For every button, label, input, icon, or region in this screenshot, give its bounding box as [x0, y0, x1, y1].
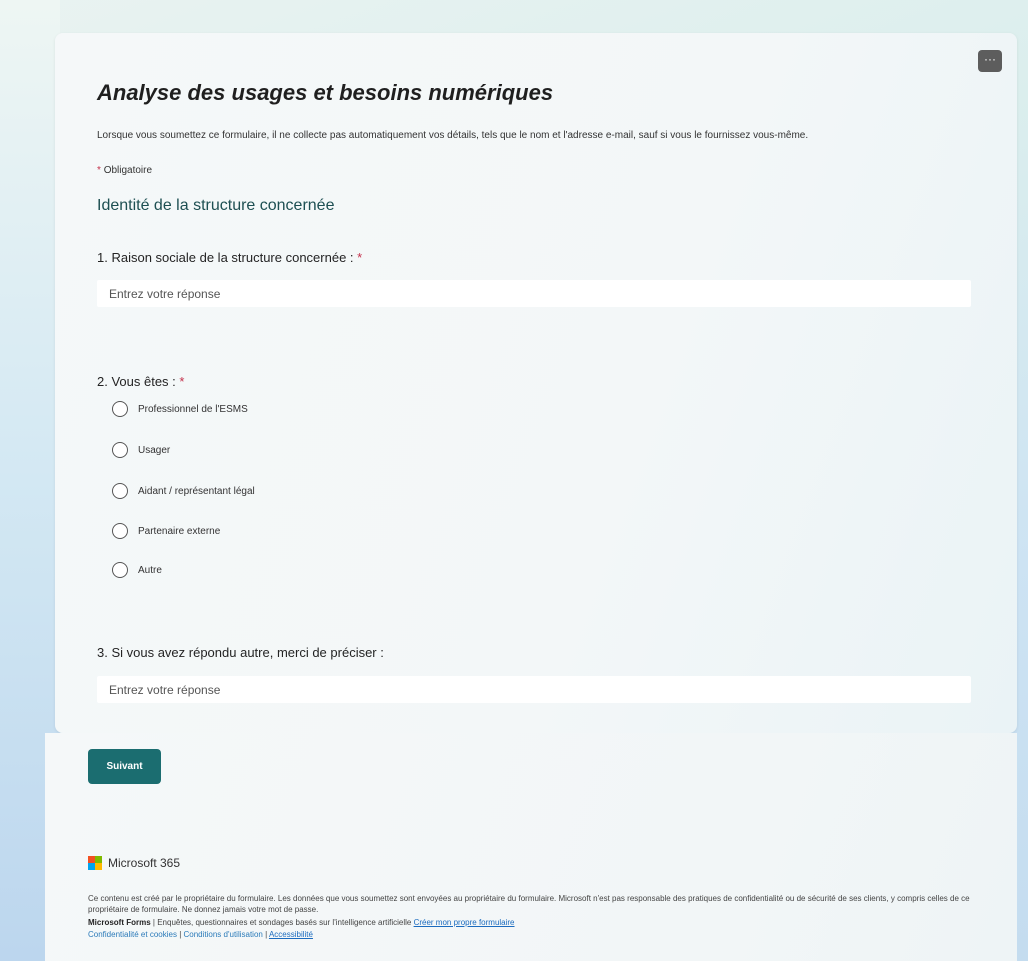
question-1-label: 1. Raison sociale de la structure concer…: [97, 250, 354, 265]
brand-name: Microsoft 365: [108, 856, 181, 870]
microsoft-365-brand: Microsoft 365: [88, 856, 180, 870]
terms-link[interactable]: Conditions d'utilisation: [184, 930, 263, 939]
required-note: * Obligatoire: [97, 165, 152, 176]
create-form-link[interactable]: Créer mon propre formulaire: [414, 918, 515, 927]
next-button[interactable]: Suivant: [88, 749, 161, 784]
option-label: Autre: [138, 564, 162, 576]
more-options-button[interactable]: ···: [978, 50, 1002, 72]
ellipsis-icon: ···: [984, 52, 996, 66]
footer-separator: |: [179, 930, 182, 939]
form-title: Analyse des usages et besoins numériques: [97, 80, 554, 105]
option-partenaire-externe[interactable]: Partenaire externe: [112, 521, 220, 541]
radio-button[interactable]: [112, 401, 128, 417]
privacy-link[interactable]: Confidentialité et cookies: [88, 930, 177, 939]
required-label: Obligatoire: [103, 165, 153, 176]
option-label: Usager: [138, 444, 171, 456]
footer-links: Confidentialité et cookies | Conditions …: [88, 929, 988, 940]
question-3-answer-input[interactable]: [97, 676, 971, 703]
section-title: Identité de la structure concernée: [97, 197, 335, 214]
accessibility-link[interactable]: Accessibilité: [269, 930, 313, 939]
option-autre[interactable]: Autre: [112, 560, 162, 580]
radio-button[interactable]: [112, 523, 128, 539]
product-name: Microsoft Forms: [88, 918, 151, 927]
product-tagline: | Enquêtes, questionnaires et sondages b…: [152, 918, 412, 927]
option-label: Professionnel de l'ESMS: [138, 403, 248, 415]
required-asterisk: *: [97, 165, 101, 176]
question-1-title: 1. Raison sociale de la structure concer…: [97, 250, 362, 265]
question-1-answer-input[interactable]: [97, 280, 971, 307]
question-2-label: 2. Vous êtes :: [97, 374, 176, 389]
question-2-title: 2. Vous êtes : *: [97, 374, 184, 389]
footer-separator: |: [265, 930, 268, 939]
footer-product-line: Microsoft Forms | Enquêtes, questionnair…: [88, 917, 988, 928]
option-professionnel-esms[interactable]: Professionnel de l'ESMS: [112, 399, 248, 419]
footer-disclaimer: Ce contenu est créé par le propriétaire …: [88, 894, 970, 914]
microsoft-logo-icon: [88, 856, 102, 870]
question-1-required-asterisk: *: [357, 250, 363, 265]
question-3-label: 3. Si vous avez répondu autre, merci de …: [97, 645, 384, 660]
option-aidant[interactable]: Aidant / représentant légal: [112, 481, 255, 501]
radio-button[interactable]: [112, 483, 128, 499]
option-usager[interactable]: Usager: [112, 440, 170, 460]
question-2-required-asterisk: *: [179, 374, 185, 389]
option-label: Partenaire externe: [138, 525, 221, 537]
option-label: Aidant / représentant légal: [138, 485, 255, 497]
question-3-title: 3. Si vous avez répondu autre, merci de …: [97, 645, 384, 660]
form-description: Lorsque vous soumettez ce formulaire, il…: [97, 130, 809, 141]
radio-button[interactable]: [112, 442, 128, 458]
radio-button[interactable]: [112, 562, 128, 578]
